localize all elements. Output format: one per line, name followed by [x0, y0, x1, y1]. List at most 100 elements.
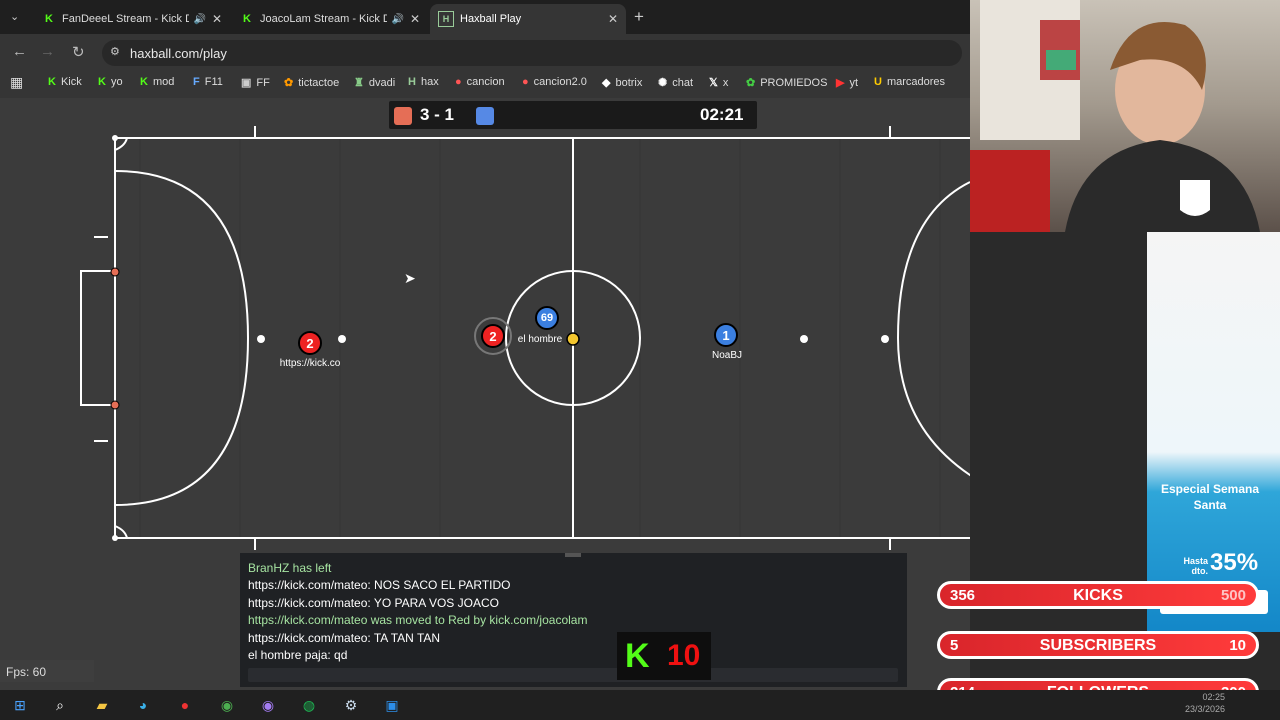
bookmark-yo[interactable]: Kyo: [98, 76, 123, 88]
bookmarks-bar: ▦ K Kick Kyo Kmod F F11 ▣ FF ✿ tictactoe ♜ dv…: [0, 70, 970, 98]
search-icon[interactable]: ⌕: [51, 696, 69, 714]
chat-message: https://kick.com/mateo: TA TAN TAN: [248, 631, 441, 645]
bookmark-chat[interactable]: ✺ chat: [658, 76, 693, 89]
webcam-feed: [970, 0, 1280, 232]
chat-resize-handle[interactable]: [565, 553, 581, 557]
url-text: haxball.com/play: [130, 45, 227, 61]
system-clock[interactable]: 02:25 23/3/2026: [1185, 691, 1225, 715]
bookmark-promiedos[interactable]: ✿ PROMIEDOS: [746, 76, 827, 89]
player-blue-1: 69: [535, 306, 559, 330]
player-number: 1: [722, 327, 730, 343]
haxball-icon: H: [408, 76, 416, 88]
tab-haxball[interactable]: H Haxball Play ✕: [430, 4, 626, 34]
botrix-icon: ◆: [602, 77, 611, 89]
bookmark-marcadores[interactable]: Umarcadores: [874, 76, 945, 88]
bookmark-cancion2[interactable]: ● cancion2.0: [522, 76, 587, 88]
kicks-goal-bar: 356 KICKS 500: [937, 581, 1259, 609]
bookmark-mod[interactable]: Kmod: [140, 76, 174, 88]
kick-icon: K: [45, 13, 53, 25]
speaker-icon: 🔊: [193, 13, 206, 25]
spotify-icon[interactable]: ◍: [300, 696, 318, 714]
close-icon[interactable]: ✕: [608, 12, 618, 26]
chrome-icon[interactable]: ◉: [218, 696, 236, 714]
bookmark-tictactoe[interactable]: ✿ tictactoe: [284, 76, 339, 89]
match-time: 02:21: [700, 105, 744, 124]
system-time: 02:25: [1202, 692, 1226, 702]
fps-counter: Fps: 60: [0, 660, 94, 682]
kick-icon: K: [140, 76, 148, 88]
ad-title: Especial Semana Santa: [1160, 482, 1260, 512]
marcadores-icon: U: [874, 76, 882, 88]
kick-badge-count: 10: [667, 639, 701, 672]
youtube-icon: ▶: [836, 77, 845, 89]
bar-goal: 500: [1220, 587, 1246, 604]
speaker-icon: 🔊: [391, 13, 404, 25]
bookmark-yt[interactable]: ▶ yt: [836, 76, 858, 89]
bookmark-botrix[interactable]: ◆ botrix: [602, 76, 642, 89]
promiedos-icon: ✿: [746, 77, 756, 89]
reload-icon[interactable]: ↻: [72, 43, 85, 61]
chat-message: https://kick.com/mateo: NOS SACO EL PART…: [248, 578, 511, 592]
kick-icon: K: [98, 76, 106, 88]
bookmark-kick[interactable]: K Kick: [48, 76, 82, 88]
chat-message: el hombre paja: qd: [248, 648, 348, 662]
ad-discount: 35%: [1210, 549, 1259, 576]
kick-badge: K 10: [617, 632, 711, 680]
music-icon: ●: [522, 76, 529, 88]
tab-title: FanDeeeL Stream - Kick Da: [62, 13, 190, 25]
app-icon-blue[interactable]: ▣: [383, 696, 401, 714]
new-tab-button[interactable]: +: [634, 7, 644, 27]
site-info-icon[interactable]: ⚙: [110, 45, 120, 58]
player-number: 69: [540, 312, 554, 324]
tab-bar: ⌄ K FanDeeeL Stream - Kick Da 🔊 ✕ K Joac…: [0, 0, 970, 34]
windows-start-icon[interactable]: ⊞: [11, 696, 29, 714]
chatgpt-icon: ✺: [658, 77, 668, 89]
back-icon[interactable]: ←: [12, 43, 27, 60]
kick-icon: K: [243, 13, 251, 25]
bookmark-hax[interactable]: Hhax: [408, 76, 439, 88]
chat-message: BranHZ has left: [248, 561, 332, 575]
steam-icon[interactable]: ⚙: [342, 696, 360, 714]
edge-icon[interactable]: ◕: [134, 696, 152, 714]
bookmark-cancion[interactable]: ● cancion: [455, 76, 505, 88]
app-icon[interactable]: ●: [176, 696, 194, 714]
forward-icon[interactable]: →: [40, 43, 55, 60]
system-date: 23/3/2026: [1185, 704, 1226, 714]
player-name: https://kick.co: [279, 358, 341, 369]
mouse-cursor-icon: ➤: [404, 270, 416, 286]
blue-team-square: [476, 107, 494, 125]
tab-fandeeel[interactable]: K FanDeeeL Stream - Kick Da 🔊 ✕: [34, 4, 230, 34]
chat-message: https://kick.com/mateo: YO PARA VOS JOAC…: [248, 596, 499, 610]
kick-logo-icon: K: [625, 637, 650, 675]
chat-input[interactable]: [248, 668, 898, 682]
tab-title: JoacoLam Stream - Kick Da: [260, 13, 388, 25]
kick-icon: K: [48, 76, 56, 88]
subscribers-goal-bar: 5 SUBSCRIBERS 10: [937, 631, 1259, 659]
chrome-profile-icon[interactable]: ◉: [259, 696, 277, 714]
dvadi-icon: ♜: [354, 77, 364, 89]
player-name: NoaBJ: [711, 350, 743, 361]
bookmark-f11[interactable]: F F11: [193, 76, 223, 88]
bookmark-dvadi[interactable]: ♜ dvadi: [354, 76, 395, 89]
bookmark-ff[interactable]: ▣ FF: [241, 76, 270, 89]
address-bar[interactable]: ⚙ haxball.com/play: [102, 40, 962, 66]
bar-goal: 10: [1229, 637, 1246, 654]
close-icon[interactable]: ✕: [410, 12, 420, 26]
file-explorer-icon[interactable]: ▰: [93, 696, 111, 714]
tab-joacolam[interactable]: K JoacoLam Stream - Kick Da 🔊 ✕: [232, 4, 428, 34]
streamer-image: [970, 0, 1260, 232]
ad-small-text: Hasta dto.: [1183, 556, 1208, 576]
player-blue-2: 1: [714, 323, 738, 347]
bar-label: SUBSCRIBERS: [1039, 637, 1157, 654]
ff-icon: ▣: [241, 77, 252, 89]
tab-list-icon[interactable]: ⌄: [10, 10, 19, 23]
haxball-icon: H: [438, 11, 454, 27]
player-red-2: 2: [481, 324, 505, 348]
chat-message: https://kick.com/mateo was moved to Red …: [248, 613, 588, 627]
player-red-1: 2: [298, 331, 322, 355]
music-icon: ●: [455, 76, 462, 88]
x-icon: 𝕏: [709, 77, 718, 89]
close-icon[interactable]: ✕: [212, 12, 222, 26]
apps-icon[interactable]: ▦: [10, 74, 23, 91]
bookmark-x[interactable]: 𝕏x: [709, 76, 728, 89]
